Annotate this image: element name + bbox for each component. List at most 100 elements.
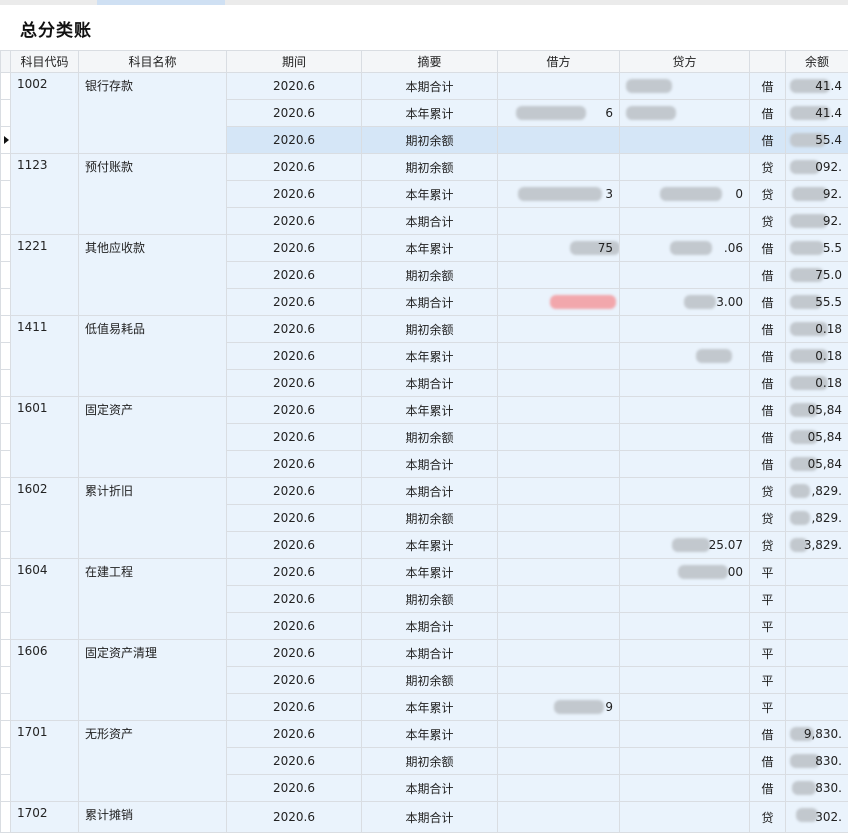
period-cell-text: 2020.6: [273, 133, 315, 147]
account-code-cell: 1002: [11, 73, 79, 154]
account-name-cell: 无形资产: [79, 721, 227, 802]
column-header-direction[interactable]: [750, 51, 786, 73]
credit-cell: [620, 478, 750, 505]
period-cell-text: 2020.6: [273, 565, 315, 579]
table-row[interactable]: 1221其他应收款2020.6本年累计75.06借5.5: [1, 235, 848, 262]
row-header-cell[interactable]: [1, 127, 11, 154]
period-cell: 2020.6: [227, 451, 362, 478]
period-cell-text: 2020.6: [273, 592, 315, 606]
row-header-cell[interactable]: [1, 208, 11, 235]
row-header-cell[interactable]: [1, 586, 11, 613]
row-header-cell[interactable]: [1, 775, 11, 802]
row-header-cell[interactable]: [1, 802, 11, 833]
period-cell-text: 2020.6: [273, 268, 315, 282]
row-header-cell[interactable]: [1, 181, 11, 208]
row-header-cell[interactable]: [1, 73, 11, 100]
credit-cell: 25.07: [620, 532, 750, 559]
table-row[interactable]: 1701无形资产2020.6本年累计借9,830.: [1, 721, 848, 748]
balance-direction-cell: 借: [750, 127, 786, 154]
period-cell: 2020.6: [227, 316, 362, 343]
table-row[interactable]: 1601固定资产2020.6本年累计借05,84: [1, 397, 848, 424]
balance-cell-text: 92.: [823, 214, 842, 228]
balance-direction-cell: 平: [750, 667, 786, 694]
row-header-cell[interactable]: [1, 343, 11, 370]
summary-cell: 本年累计: [362, 235, 498, 262]
summary-cell-text: 本年累计: [405, 188, 453, 202]
balance-cell: 0.18: [786, 343, 848, 370]
column-header-account-name[interactable]: 科目名称: [79, 51, 227, 73]
row-header-cell[interactable]: [1, 451, 11, 478]
table-row[interactable]: 1123预付账款2020.6期初余额贷092.: [1, 154, 848, 181]
summary-cell-text: 本期合计: [405, 647, 453, 661]
period-cell-text: 2020.6: [273, 810, 315, 824]
row-header-cell[interactable]: [1, 262, 11, 289]
row-header-cell[interactable]: [1, 559, 11, 586]
column-header-balance[interactable]: 余额: [786, 51, 848, 73]
debit-cell: [498, 208, 620, 235]
credit-cell: [620, 208, 750, 235]
account-name-cell: 累计折旧: [79, 478, 227, 559]
row-header-cell[interactable]: [1, 289, 11, 316]
table-row[interactable]: 1002银行存款2020.6本期合计借41.4: [1, 73, 848, 100]
balance-cell-text: 55.4: [815, 133, 842, 147]
summary-cell-text: 本期合计: [405, 215, 453, 229]
row-header-cell[interactable]: [1, 532, 11, 559]
row-header-cell[interactable]: [1, 370, 11, 397]
row-header-cell[interactable]: [1, 721, 11, 748]
period-cell-text: 2020.6: [273, 511, 315, 525]
debit-cell: [498, 505, 620, 532]
period-cell: 2020.6: [227, 586, 362, 613]
row-header-cell[interactable]: [1, 424, 11, 451]
period-cell: 2020.6: [227, 694, 362, 721]
row-header-cell[interactable]: [1, 613, 11, 640]
row-header-cell[interactable]: [1, 748, 11, 775]
debit-cell: [498, 316, 620, 343]
balance-direction-cell-text: 借: [761, 269, 773, 283]
balance-direction-cell-text: 借: [761, 377, 773, 391]
credit-cell: [620, 694, 750, 721]
balance-direction-cell-text: 贷: [761, 512, 773, 526]
column-header-credit[interactable]: 贷方: [620, 51, 750, 73]
summary-cell-text: 期初余额: [405, 593, 453, 607]
debit-cell-text: 9: [605, 700, 613, 714]
summary-cell-text: 期初余额: [405, 512, 453, 526]
debit-cell-text: 3: [605, 187, 613, 201]
row-header-cell[interactable]: [1, 316, 11, 343]
column-header-account-code[interactable]: 科目代码: [11, 51, 79, 73]
table-row[interactable]: 1602累计折旧2020.6本期合计贷,829.: [1, 478, 848, 505]
summary-cell: 本年累计: [362, 532, 498, 559]
debit-cell: 75: [498, 235, 620, 262]
table-row[interactable]: 1411低值易耗品2020.6期初余额借0.18: [1, 316, 848, 343]
table-row[interactable]: 1606固定资产清理2020.6本期合计平: [1, 640, 848, 667]
summary-cell: 本年累计: [362, 397, 498, 424]
credit-cell-text: 0: [735, 187, 743, 201]
credit-cell: [620, 316, 750, 343]
row-header-cell[interactable]: [1, 397, 11, 424]
credit-cell: [620, 451, 750, 478]
row-header-cell[interactable]: [1, 505, 11, 532]
table-row[interactable]: 1604在建工程2020.6本年累计00平: [1, 559, 848, 586]
summary-cell-text: 本期合计: [405, 377, 453, 391]
period-cell-text: 2020.6: [273, 106, 315, 120]
balance-direction-cell: 借: [750, 235, 786, 262]
balance-direction-cell: 平: [750, 586, 786, 613]
balance-cell-text: 41.4: [815, 79, 842, 93]
summary-cell: 期初余额: [362, 424, 498, 451]
row-header-cell[interactable]: [1, 100, 11, 127]
row-header-cell[interactable]: [1, 667, 11, 694]
row-header-cell[interactable]: [1, 478, 11, 505]
period-cell-text: 2020.6: [273, 430, 315, 444]
row-header-cell[interactable]: [1, 640, 11, 667]
column-header-debit[interactable]: 借方: [498, 51, 620, 73]
window-top-strip: [0, 0, 848, 5]
balance-direction-cell: 贷: [750, 478, 786, 505]
row-header-cell[interactable]: [1, 154, 11, 181]
column-header-summary[interactable]: 摘要: [362, 51, 498, 73]
column-header-period[interactable]: 期间: [227, 51, 362, 73]
period-cell-text: 2020.6: [273, 646, 315, 660]
summary-cell: 期初余额: [362, 316, 498, 343]
row-header-cell[interactable]: [1, 694, 11, 721]
row-header-cell[interactable]: [1, 235, 11, 262]
table-row[interactable]: 1702累计摊销2020.6本期合计贷302.: [1, 802, 848, 833]
period-cell: 2020.6: [227, 640, 362, 667]
